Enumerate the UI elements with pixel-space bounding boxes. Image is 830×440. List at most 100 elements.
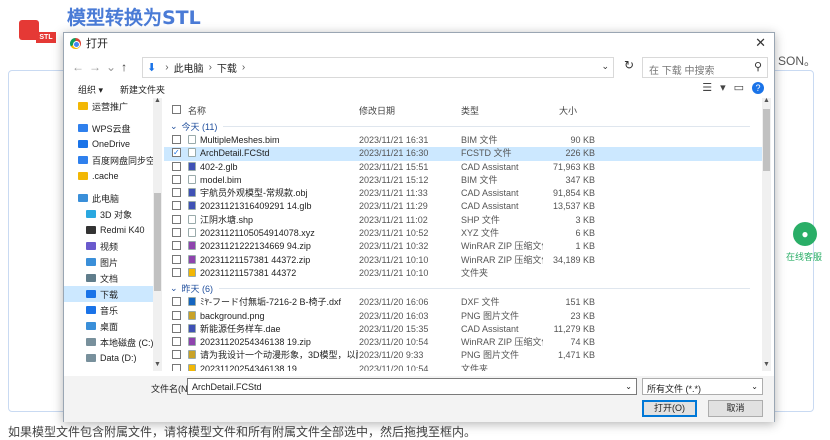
close-icon[interactable]: ✕ — [755, 35, 766, 51]
file-group-header[interactable]: ⌄ 昨天 (6) — [164, 280, 764, 296]
address-bar[interactable]: ⬇ › 此电脑 › 下载 › ⌄ — [142, 57, 614, 78]
row-checkbox[interactable] — [172, 174, 182, 187]
search-icon[interactable]: ⚲ — [754, 60, 762, 73]
file-size: 1 KB — [575, 241, 595, 252]
sidebar-item[interactable]: 下载 — [64, 286, 162, 302]
row-checkbox[interactable] — [172, 214, 182, 227]
sidebar-item[interactable]: 百度网盘同步空间 — [64, 152, 162, 168]
row-checkbox[interactable] — [172, 310, 182, 323]
row-checkbox[interactable] — [172, 161, 182, 174]
row-checkbox[interactable] — [172, 267, 182, 280]
file-row[interactable]: ﾐﾔ-フード付無垢-7216-2 B-椅子.dxf 2023/11/20 16:0… — [164, 296, 764, 309]
file-date: 2023/11/21 10:10 — [359, 254, 429, 265]
sidebar-scroll-thumb[interactable] — [154, 193, 161, 291]
new-folder-button[interactable]: 新建文件夹 — [120, 83, 165, 96]
sidebar-item[interactable]: 3D 对象 — [64, 206, 162, 222]
file-row[interactable]: 宇航员外观模型-常规款.obj 2023/11/21 11:33 CAD Assis… — [164, 187, 764, 200]
filetype-select[interactable]: 所有文件 (*.*) ⌄ — [642, 378, 763, 395]
file-row[interactable]: 20231121157381 44372.zip 2023/11/21 10:10… — [164, 254, 764, 267]
column-name[interactable]: 名称 — [188, 104, 358, 117]
chevron-right-icon[interactable]: › — [165, 62, 168, 73]
file-row[interactable]: 20231120254346138 19.zip 2023/11/20 10:54… — [164, 336, 764, 349]
up-icon[interactable]: ↑ — [121, 60, 132, 74]
organize-button[interactable]: 组织 ▾ — [78, 83, 103, 96]
breadcrumb-downloads[interactable]: 下载 — [217, 60, 237, 75]
forward-icon[interactable]: → — [89, 60, 106, 74]
sidebar-item[interactable]: WPS云盘 — [64, 120, 162, 136]
sidebar-item[interactable]: 本地磁盘 (C:) — [64, 334, 162, 350]
view-options-icon[interactable]: ☰▾ — [702, 82, 733, 94]
scroll-up-icon[interactable]: ▲ — [763, 97, 770, 104]
row-checkbox[interactable] — [172, 227, 182, 240]
scroll-down-icon[interactable]: ▼ — [763, 361, 770, 368]
sidebar-item[interactable]: 桌面 — [64, 318, 162, 334]
chevron-right-icon[interactable]: › — [209, 62, 212, 73]
row-checkbox[interactable] — [172, 134, 182, 147]
sidebar-item[interactable]: OneDrive — [64, 136, 162, 152]
cancel-button[interactable]: 取消 — [708, 400, 763, 417]
chevron-down-icon[interactable]: ⌄ — [601, 61, 609, 72]
chevron-right-icon[interactable]: › — [242, 62, 245, 73]
sidebar-item[interactable]: 运营推广 — [64, 98, 162, 114]
sidebar-item[interactable]: 视频 — [64, 238, 162, 254]
back-icon[interactable]: ← — [72, 60, 89, 74]
file-row[interactable]: 20231121222134669 94.zip 2023/11/21 10:32… — [164, 240, 764, 253]
sidebar-item[interactable]: 图片 — [64, 254, 162, 270]
wechat-icon[interactable]: ● — [793, 222, 817, 246]
recent-dropdown-icon[interactable]: ⌄ — [106, 60, 121, 74]
sidebar-item[interactable]: .cache — [64, 168, 162, 184]
row-checkbox[interactable] — [172, 296, 182, 309]
sidebar-item[interactable]: Redmi K40 — [64, 222, 162, 238]
column-type[interactable]: 类型 — [461, 104, 543, 117]
row-checkbox[interactable] — [172, 349, 182, 362]
row-checkbox[interactable] — [172, 254, 182, 267]
chevron-down-icon[interactable]: ⌄ — [625, 382, 632, 391]
filename-input[interactable]: ArchDetail.FCStd ⌄ — [187, 378, 637, 395]
open-button[interactable]: 打开(O) — [642, 400, 697, 417]
file-type: FCSTD 文件 — [461, 148, 512, 159]
sidebar-item-label: 视频 — [100, 241, 119, 252]
row-checkbox[interactable] — [172, 363, 182, 371]
online-service-label[interactable]: 在线客服 — [786, 250, 822, 263]
file-row[interactable]: 新能源任务样车.dae 2023/11/20 15:35 CAD Assistant… — [164, 323, 764, 336]
sidebar-item-label: OneDrive — [92, 139, 131, 149]
row-checkbox[interactable] — [172, 187, 182, 200]
sidebar-item[interactable]: 文档 — [64, 270, 162, 286]
file-row[interactable]: 20231121105054914078.xyz 2023/11/21 10:52… — [164, 227, 764, 240]
file-group-header[interactable]: ⌄ 今天 (11) — [164, 118, 764, 134]
row-checkbox[interactable] — [172, 323, 182, 336]
refresh-icon[interactable]: ↻ — [619, 58, 639, 78]
file-row[interactable]: 20231121157381 44372 2023/11/21 10:10 文件夹 — [164, 267, 764, 280]
help-icon[interactable]: ? — [752, 82, 764, 94]
chevron-down-icon[interactable]: ⌄ — [170, 283, 178, 294]
file-size: 3 KB — [575, 214, 595, 225]
sidebar-item[interactable]: 此电脑 — [64, 190, 162, 206]
column-date[interactable]: 修改日期 — [359, 104, 459, 117]
file-row[interactable]: background.png 2023/11/20 16:03 PNG 图片文件 23… — [164, 310, 764, 323]
file-row[interactable]: 20231121316409291 14.glb 2023/11/21 11:29… — [164, 200, 764, 213]
row-checkbox[interactable] — [172, 147, 182, 160]
file-row[interactable]: 请为我设计一个动漫形象，3D模型，以耐苦...2023/11/20 9:33 PN… — [164, 349, 764, 362]
file-row[interactable]: model.bim 2023/11/21 15:12 BIM 文件 347 KB — [164, 174, 764, 187]
scroll-up-icon[interactable]: ▲ — [154, 97, 161, 104]
row-checkbox[interactable] — [172, 200, 182, 213]
select-all-checkbox[interactable] — [172, 104, 182, 115]
row-checkbox[interactable] — [172, 240, 182, 253]
chevron-down-icon[interactable]: ⌄ — [751, 382, 758, 391]
row-checkbox[interactable] — [172, 336, 182, 349]
file-row[interactable]: MultipleMeshes.bim 2023/11/21 16:31 BIM 文件… — [164, 134, 764, 147]
file-row[interactable]: 江阴水塘.shp 2023/11/21 11:02 SHP 文件 3 KB — [164, 214, 764, 227]
preview-pane-icon[interactable]: ▭ — [734, 82, 752, 94]
breadcrumb-this-pc[interactable]: 此电脑 — [174, 60, 204, 75]
sidebar-item[interactable]: 音乐 — [64, 302, 162, 318]
file-row[interactable]: 20231120254346138 19 2023/11/20 10:54 文件夹 — [164, 363, 764, 371]
search-input[interactable]: 在 下载 中搜索 ⚲ — [642, 57, 768, 78]
file-name: 20231121105054914078.xyz — [200, 228, 315, 239]
scroll-down-icon[interactable]: ▼ — [154, 361, 161, 368]
file-row[interactable]: 402-2.glb 2023/11/21 15:51 CAD Assistant 71… — [164, 161, 764, 174]
column-size[interactable]: 大小 — [559, 104, 611, 117]
chevron-down-icon[interactable]: ⌄ — [170, 121, 178, 132]
file-list-scroll-thumb[interactable] — [763, 109, 770, 171]
sidebar-item[interactable]: Data (D:) — [64, 350, 162, 366]
file-row[interactable]: ArchDetail.FCStd 2023/11/21 16:30 FCSTD 文件… — [164, 147, 764, 161]
